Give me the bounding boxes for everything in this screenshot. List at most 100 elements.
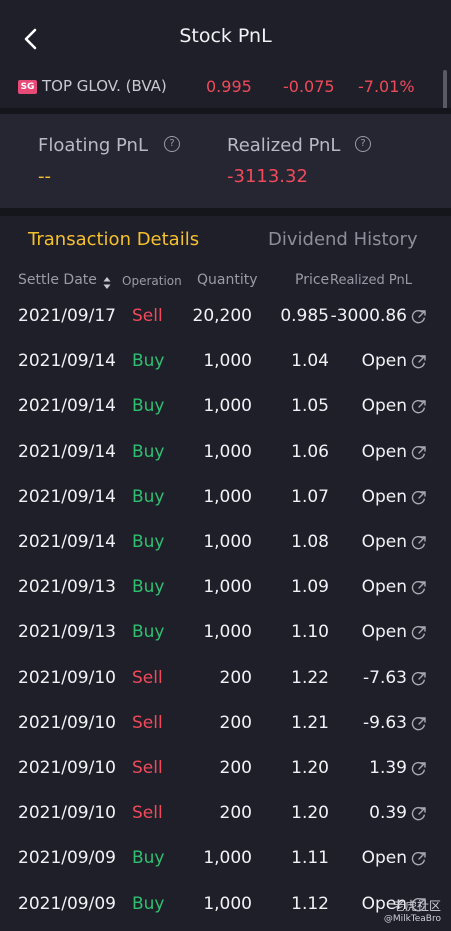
realized-pnl-cell: 1.39 bbox=[369, 758, 407, 778]
quantity-cell: 1,000 bbox=[203, 893, 252, 914]
watermark-text: 老虎社区 bbox=[392, 899, 441, 913]
floating-pnl-help-icon[interactable]: ? bbox=[164, 136, 180, 152]
column-operation: Operation bbox=[122, 274, 182, 288]
operation-cell: Buy bbox=[132, 893, 165, 914]
realized-pnl-value: -3113.32 bbox=[227, 166, 308, 187]
table-row[interactable]: 2021/09/14 Buy 1,000 1.05 Open bbox=[0, 386, 451, 431]
stock-name: TOP GLOV. (BVA) bbox=[42, 77, 167, 95]
price-cell: 1.21 bbox=[291, 712, 329, 733]
external-link-icon[interactable] bbox=[411, 761, 427, 777]
operation-cell: Sell bbox=[132, 758, 163, 778]
settle-date-cell: 2021/09/09 bbox=[18, 848, 116, 869]
quantity-cell: 1,000 bbox=[203, 441, 252, 462]
realized-pnl-label: Realized PnL bbox=[227, 135, 341, 156]
operation-cell: Sell bbox=[132, 306, 163, 326]
quantity-cell: 1,000 bbox=[203, 351, 252, 372]
quantity-cell: 200 bbox=[219, 803, 252, 824]
realized-pnl-cell: Open bbox=[361, 396, 407, 417]
operation-cell: Buy bbox=[132, 486, 165, 507]
column-settle-date[interactable]: Settle Date bbox=[18, 272, 97, 288]
operation-cell: Buy bbox=[132, 532, 165, 552]
price-cell: 1.05 bbox=[291, 396, 329, 417]
quantity-cell: 1,000 bbox=[203, 622, 252, 643]
realized-pnl-cell: Open bbox=[361, 532, 407, 552]
price-cell: 1.09 bbox=[291, 577, 329, 598]
external-link-icon[interactable] bbox=[411, 716, 427, 732]
table-row[interactable]: 2021/09/14 Buy 1,000 1.07 Open bbox=[0, 477, 451, 522]
table-row[interactable]: 2021/09/14 Buy 1,000 1.06 Open bbox=[0, 432, 451, 477]
operation-cell: Buy bbox=[132, 441, 165, 462]
settle-date-cell: 2021/09/10 bbox=[18, 803, 116, 824]
stock-price: 0.995 bbox=[206, 77, 252, 96]
table-row[interactable]: 2021/09/10 Sell 200 1.20 0.39 bbox=[0, 793, 451, 838]
table-row[interactable]: 2021/09/17 Sell 20,200 0.985 -3000.86 bbox=[0, 296, 451, 341]
external-link-icon[interactable] bbox=[411, 851, 427, 867]
page-title: Stock PnL bbox=[179, 25, 272, 47]
price-cell: 1.20 bbox=[291, 803, 329, 824]
quantity-cell: 1,000 bbox=[203, 486, 252, 507]
settle-date-cell: 2021/09/14 bbox=[18, 532, 116, 552]
quantity-cell: 200 bbox=[219, 712, 252, 733]
tab-transaction-details[interactable]: Transaction Details bbox=[28, 229, 199, 250]
column-price: Price bbox=[295, 272, 330, 288]
table-row[interactable]: 2021/09/13 Buy 1,000 1.10 Open bbox=[0, 612, 451, 657]
operation-cell: Sell bbox=[132, 712, 163, 733]
price-cell: 1.22 bbox=[291, 667, 329, 688]
operation-cell: Buy bbox=[132, 577, 165, 598]
external-link-icon[interactable] bbox=[411, 625, 427, 641]
operation-cell: Buy bbox=[132, 351, 165, 372]
realized-pnl-cell: Open bbox=[361, 351, 407, 372]
quantity-cell: 1,000 bbox=[203, 396, 252, 417]
external-link-icon[interactable] bbox=[411, 535, 427, 551]
external-link-icon[interactable] bbox=[411, 671, 427, 687]
tab-bar: Transaction Details Dividend History bbox=[0, 216, 451, 266]
settle-date-cell: 2021/09/13 bbox=[18, 622, 116, 643]
table-row[interactable]: 2021/09/10 Sell 200 1.20 1.39 bbox=[0, 748, 451, 793]
external-link-icon[interactable] bbox=[411, 445, 427, 461]
tab-dividend-history[interactable]: Dividend History bbox=[268, 229, 418, 250]
external-link-icon[interactable] bbox=[411, 490, 427, 506]
realized-pnl-help-icon[interactable]: ? bbox=[355, 136, 371, 152]
table-row[interactable]: 2021/09/10 Sell 200 1.21 -9.63 bbox=[0, 703, 451, 748]
table-row[interactable]: 2021/09/13 Buy 1,000 1.09 Open bbox=[0, 567, 451, 612]
sort-arrows-icon[interactable] bbox=[103, 276, 111, 290]
quantity-cell: 1,000 bbox=[203, 532, 252, 552]
price-cell: 0.985 bbox=[280, 306, 329, 326]
realized-pnl-cell: -7.63 bbox=[363, 667, 407, 688]
table-header: Settle Date Operation Quantity Price Rea… bbox=[0, 266, 451, 296]
settle-date-cell: 2021/09/14 bbox=[18, 396, 116, 417]
realized-pnl-cell: 0.39 bbox=[369, 803, 407, 824]
table-row[interactable]: 2021/09/09 Buy 1,000 1.11 Open bbox=[0, 838, 451, 883]
external-link-icon[interactable] bbox=[411, 354, 427, 370]
quantity-cell: 20,200 bbox=[192, 306, 252, 326]
stock-change-percent: -7.01% bbox=[358, 77, 415, 96]
table-row[interactable]: 2021/09/14 Buy 1,000 1.08 Open bbox=[0, 522, 451, 567]
realized-pnl-cell: -9.63 bbox=[363, 712, 407, 733]
operation-cell: Sell bbox=[132, 667, 163, 688]
realized-pnl-cell: Open bbox=[361, 622, 407, 643]
quantity-cell: 1,000 bbox=[203, 577, 252, 598]
realized-pnl-cell: Open bbox=[361, 848, 407, 869]
operation-cell: Sell bbox=[132, 803, 163, 824]
price-cell: 1.08 bbox=[291, 532, 329, 552]
stock-quote-bar[interactable]: SG TOP GLOV. (BVA) 0.995 -0.075 -7.01% bbox=[0, 68, 451, 108]
external-link-icon[interactable] bbox=[411, 399, 427, 415]
table-row[interactable]: 2021/09/14 Buy 1,000 1.04 Open bbox=[0, 341, 451, 386]
stock-change: -0.075 bbox=[283, 77, 335, 96]
realized-pnl-cell: Open bbox=[361, 441, 407, 462]
price-cell: 1.20 bbox=[291, 758, 329, 778]
table-row[interactable]: 2021/09/10 Sell 200 1.22 -7.63 bbox=[0, 658, 451, 703]
floating-pnl-label: Floating PnL bbox=[38, 135, 148, 156]
column-quantity: Quantity bbox=[197, 272, 258, 288]
price-cell: 1.07 bbox=[291, 486, 329, 507]
realized-pnl-cell: Open bbox=[361, 486, 407, 507]
quantity-cell: 1,000 bbox=[203, 848, 252, 869]
divider bbox=[0, 208, 451, 216]
price-cell: 1.06 bbox=[291, 441, 329, 462]
external-link-icon[interactable] bbox=[411, 309, 427, 325]
settle-date-cell: 2021/09/14 bbox=[18, 486, 116, 507]
external-link-icon[interactable] bbox=[411, 580, 427, 596]
external-link-icon[interactable] bbox=[411, 806, 427, 822]
settle-date-cell: 2021/09/09 bbox=[18, 893, 116, 914]
operation-cell: Buy bbox=[132, 848, 165, 869]
